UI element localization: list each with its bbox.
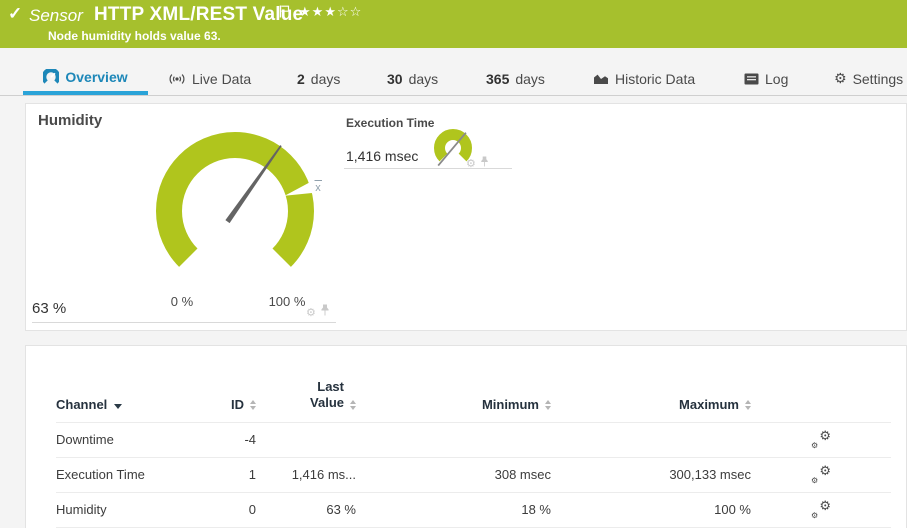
column-header-last-value[interactable]: Last Value <box>256 379 356 423</box>
channel-last-value-cell: 63 % <box>256 493 356 528</box>
channel-maximum-cell <box>551 423 751 458</box>
tabstrip-divider <box>0 95 907 96</box>
channels-table-panel: Channel ID Last Value Minimum Maximum D <box>25 345 907 528</box>
overview-gauges-panel: Humidity x 0 % 100 % 63 % ⚙ Execution Ti… <box>25 103 907 331</box>
edit-channel-gears-icon[interactable]: ⚙ ⚙ <box>811 466 831 483</box>
channel-last-value-cell <box>256 423 356 458</box>
column-label: Channel <box>56 397 107 412</box>
execution-time-block-rule <box>344 168 512 169</box>
sensor-header: ✓ Sensor HTTP XML/REST Value ★★★☆☆ Node … <box>0 0 907 48</box>
pin-icon[interactable] <box>320 303 330 321</box>
execution-time-gauge-controls: ⚙ <box>466 154 489 172</box>
sensor-kind-label: Sensor <box>29 6 83 26</box>
pin-icon[interactable] <box>480 154 489 172</box>
column-label: Maximum <box>679 397 739 412</box>
broadcast-icon <box>168 72 186 86</box>
sort-desc-icon <box>114 404 122 409</box>
humidity-gauge-controls: ⚙ <box>306 303 330 321</box>
humidity-gauge-title: Humidity <box>38 112 102 129</box>
tab-number: 365 <box>486 71 509 87</box>
column-header-id[interactable]: ID <box>221 379 256 423</box>
edit-channel-gears-icon[interactable]: ⚙ ⚙ <box>811 501 831 518</box>
tab-log[interactable]: Log <box>744 62 788 95</box>
tab-number: 2 <box>297 71 305 87</box>
priority-stars[interactable]: ★★★☆☆ <box>299 5 362 20</box>
star-filled-icon[interactable]: ★ <box>324 5 337 20</box>
column-label: ID <box>231 397 244 412</box>
execution-time-current-value: 1,416 msec <box>346 148 418 164</box>
execution-time-gauge-title: Execution Time <box>346 116 434 130</box>
log-list-icon <box>744 73 759 85</box>
channel-id-cell: 0 <box>221 493 256 528</box>
tab-label: Live Data <box>192 71 251 87</box>
channel-maximum-cell: 300,133 msec <box>551 458 751 493</box>
column-header-minimum[interactable]: Minimum <box>356 379 551 423</box>
humidity-current-value: 63 % <box>32 300 66 317</box>
flag-icon <box>279 5 290 23</box>
star-filled-icon[interactable]: ★ <box>312 5 325 20</box>
tab-label: days <box>515 71 545 87</box>
channel-maximum-cell: 100 % <box>551 493 751 528</box>
tab-365-days[interactable]: 365 days <box>486 62 545 95</box>
channel-last-value-cell: 1,416 ms... <box>256 458 356 493</box>
gear-icon: ⚙ <box>819 499 831 514</box>
tab-label: Historic Data <box>615 71 695 87</box>
gear-icon[interactable]: ⚙ <box>306 307 316 318</box>
tab-overview[interactable]: Overview <box>23 62 148 95</box>
column-header-maximum[interactable]: Maximum <box>551 379 751 423</box>
gear-icon: ⚙ <box>834 71 847 87</box>
tab-label: Overview <box>65 69 127 85</box>
star-empty-icon[interactable]: ☆ <box>350 5 363 20</box>
tab-settings[interactable]: ⚙ Settings <box>834 62 903 95</box>
sensor-title: HTTP XML/REST Value <box>94 4 303 26</box>
tab-number: 30 <box>387 71 403 87</box>
tab-live-data[interactable]: Live Data <box>168 62 251 95</box>
gauge-max-label: 100 % <box>269 294 306 309</box>
channels-table: Channel ID Last Value Minimum Maximum D <box>56 379 891 528</box>
humidity-gauge: x 0 % 100 % <box>121 114 371 319</box>
gear-icon: ⚙ <box>811 511 818 520</box>
column-header-actions <box>751 379 891 423</box>
area-chart-icon <box>593 72 609 85</box>
star-empty-icon[interactable]: ☆ <box>337 5 350 20</box>
tab-historic-data[interactable]: Historic Data <box>593 62 695 95</box>
gear-icon: ⚙ <box>819 429 831 444</box>
column-label: Last Value <box>298 379 344 412</box>
channel-minimum-cell: 18 % <box>356 493 551 528</box>
gauge-min-label: 0 % <box>171 294 194 309</box>
tab-30-days[interactable]: 30 days <box>387 62 438 95</box>
channel-minimum-cell <box>356 423 551 458</box>
star-filled-icon[interactable]: ★ <box>299 5 312 20</box>
tab-label: days <box>311 71 341 87</box>
tab-label: Settings <box>853 71 904 87</box>
gauge-average-marker: x <box>315 182 321 194</box>
channel-name-cell: Downtime <box>56 423 221 458</box>
column-label: Minimum <box>482 397 539 412</box>
gauge-icon <box>43 69 59 85</box>
channel-minimum-cell: 308 msec <box>356 458 551 493</box>
tab-2-days[interactable]: 2 days <box>297 62 340 95</box>
tab-label: days <box>409 71 439 87</box>
status-up-check-icon: ✓ <box>8 4 22 24</box>
sensor-status-message: Node humidity holds value 63. <box>48 29 221 43</box>
prtg-sensor-page: ✓ Sensor HTTP XML/REST Value ★★★☆☆ Node … <box>0 0 907 528</box>
column-header-channel[interactable]: Channel <box>56 379 221 423</box>
gear-icon: ⚙ <box>811 441 818 450</box>
gear-icon: ⚙ <box>811 476 818 485</box>
humidity-block-rule <box>32 322 336 323</box>
channel-name-cell: Execution Time <box>56 458 221 493</box>
channel-id-cell: 1 <box>221 458 256 493</box>
gear-icon[interactable]: ⚙ <box>466 158 476 169</box>
edit-channel-gears-icon[interactable]: ⚙ ⚙ <box>811 431 831 448</box>
tab-label: Log <box>765 71 788 87</box>
channel-name-cell: Humidity <box>56 493 221 528</box>
channel-id-cell: -4 <box>221 423 256 458</box>
gear-icon: ⚙ <box>819 464 831 479</box>
